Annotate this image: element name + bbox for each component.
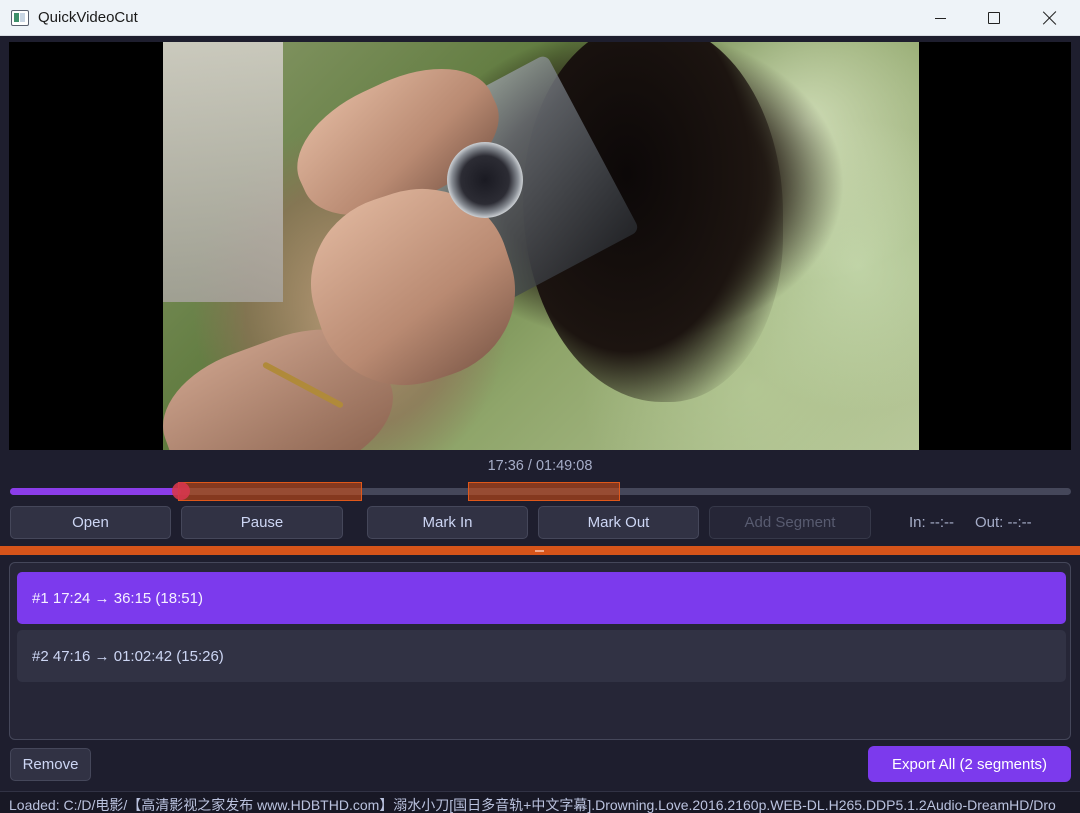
minimize-icon <box>934 17 946 19</box>
segment-marker <box>468 482 620 501</box>
segment-item[interactable]: #2 47:16 → 01:02:42 (15:26) <box>17 630 1066 682</box>
close-icon <box>1043 11 1057 25</box>
minimize-button[interactable] <box>912 0 968 36</box>
status-bar: Loaded: C:/D/电影/【高清影视之家发布 www.HDBTHD.com… <box>0 791 1080 813</box>
segment-item[interactable]: #1 17:24 → 36:15 (18:51) <box>17 572 1066 624</box>
segment-item-label: #1 17:24 → 36:15 (18:51) <box>32 589 203 607</box>
mark-out-button[interactable]: Mark Out <box>538 506 699 539</box>
timeline-progress <box>10 488 181 495</box>
time-display: 17:36 / 01:49:08 <box>487 458 593 474</box>
timeline-handle[interactable] <box>172 482 190 500</box>
export-all-button[interactable]: Export All (2 segments) <box>868 746 1071 782</box>
app-icon <box>11 10 29 26</box>
video-frame <box>163 42 919 450</box>
out-point-label: Out: --:-- <box>975 514 1032 531</box>
maximize-icon <box>988 12 1000 24</box>
video-scene-shirt <box>163 42 283 302</box>
close-button[interactable] <box>1022 0 1078 36</box>
open-button[interactable]: Open <box>10 506 171 539</box>
remove-button[interactable]: Remove <box>10 748 91 781</box>
maximize-button[interactable] <box>966 0 1022 36</box>
segment-list[interactable]: #1 17:24 → 36:15 (18:51) #2 47:16 → 01:0… <box>9 562 1071 740</box>
mark-in-button[interactable]: Mark In <box>367 506 528 539</box>
video-scene-lens <box>447 142 523 218</box>
video-player[interactable] <box>9 42 1071 450</box>
status-text: Loaded: C:/D/电影/【高清影视之家发布 www.HDBTHD.com… <box>9 797 1056 813</box>
grip-icon <box>535 550 544 552</box>
segment-item-label: #2 47:16 → 01:02:42 (15:26) <box>32 647 224 665</box>
splitter-handle[interactable] <box>0 546 1080 555</box>
add-segment-button[interactable]: Add Segment <box>709 506 871 539</box>
title-bar: QuickVideoCut <box>0 0 1080 36</box>
in-point-label: In: --:-- <box>909 514 954 531</box>
window-title: QuickVideoCut <box>38 9 138 26</box>
segment-marker <box>178 482 362 501</box>
pause-button[interactable]: Pause <box>181 506 343 539</box>
